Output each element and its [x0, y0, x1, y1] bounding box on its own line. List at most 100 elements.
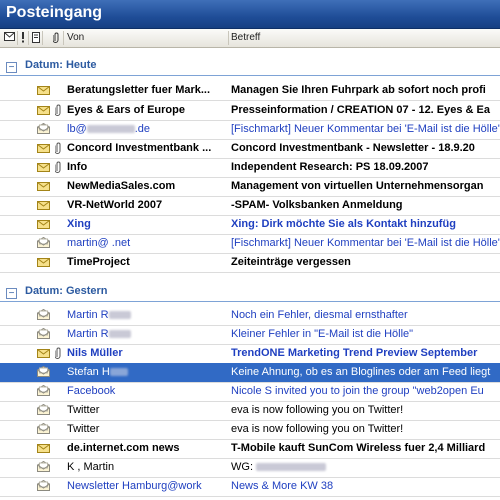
message-row[interactable]: Twitter eva is now following you on Twit… — [0, 420, 500, 440]
closed-envelope-icon — [37, 106, 50, 115]
group-header-yesterday[interactable]: − Datum: Gestern — [0, 274, 500, 302]
message-row[interactable]: VR-NetWorld 2007 -SPAM- Volksbanken Anme… — [0, 196, 500, 216]
message-subject: eva is now following you on Twitter! — [231, 404, 404, 416]
message-row[interactable]: NewMediaSales.com Management von virtuel… — [0, 177, 500, 197]
open-envelope-icon — [37, 403, 50, 415]
open-envelope-icon — [37, 308, 50, 320]
message-from: TimeProject — [67, 256, 130, 268]
envelope-icon — [4, 32, 15, 41]
message-subject: Zeiteinträge vergessen — [231, 256, 351, 268]
message-from: Twitter — [67, 423, 100, 435]
message-from: de.internet.com news — [67, 442, 180, 454]
document-icon — [32, 32, 40, 43]
column-from-header[interactable]: Von — [67, 32, 84, 43]
message-row[interactable]: lb@ .de [Fischmarkt] Neuer Kommentar bei … — [0, 120, 500, 140]
closed-envelope-icon — [37, 201, 50, 210]
window-title: Posteingang — [6, 4, 103, 21]
open-envelope-icon — [37, 236, 50, 248]
message-row[interactable]: martin@ .net [Fischmarkt] Neuer Kommenta… — [0, 234, 500, 254]
message-from: Facebook — [67, 385, 116, 397]
message-subject: Independent Research: PS 18.09.2007 — [231, 161, 429, 173]
message-from: lb@ .de — [67, 123, 151, 135]
open-envelope-icon — [37, 422, 50, 434]
message-from: Xing — [67, 218, 91, 230]
closed-envelope-icon — [37, 182, 50, 191]
paperclip-icon — [54, 347, 62, 359]
closed-envelope-icon — [37, 349, 50, 358]
message-row[interactable]: Martin R Noch ein Fehler, diesmal ernsth… — [0, 306, 500, 326]
column-priority-header[interactable] — [20, 32, 26, 46]
closed-envelope-icon — [37, 163, 50, 172]
message-row[interactable]: K , Martin WG: — [0, 458, 500, 478]
message-from: Eyes & Ears of Europe — [67, 104, 185, 116]
message-from: Info — [67, 161, 88, 173]
group-label: Datum: Heute — [25, 59, 97, 71]
open-envelope-icon — [37, 384, 50, 396]
open-envelope-icon — [37, 365, 50, 377]
exclamation-icon — [22, 32, 24, 43]
column-subject-header[interactable]: Betreff — [231, 32, 260, 43]
message-subject: Concord Investmentbank - Newsletter - 18… — [231, 142, 475, 154]
message-row[interactable]: Info Independent Research: PS 18.09.2007 — [0, 158, 500, 178]
message-subject: News & More KW 38 — [231, 480, 334, 492]
message-subject: [Fischmarkt] Neuer Kommentar bei 'E-Mail… — [231, 123, 500, 135]
message-from: Beratungsletter fuer Mark... — [67, 84, 211, 96]
message-subject: -SPAM- Volksbanken Anmeldung — [231, 199, 403, 211]
message-from: Nils Müller — [67, 347, 123, 359]
group-header-today[interactable]: − Datum: Heute — [0, 48, 500, 76]
message-subject: Management von virtuellen Unternehmensor… — [231, 180, 484, 192]
message-from: Stefan H — [67, 366, 225, 378]
message-subject: Noch ein Fehler, diesmal ernsthafter — [231, 309, 408, 321]
message-subject: Xing: Dirk möchte Sie als Kontakt hinzuf… — [231, 218, 456, 230]
message-row[interactable]: Facebook Nicole S invited you to join th… — [0, 382, 500, 402]
message-row[interactable]: Nils Müller TrendONE Marketing Trend Pre… — [0, 344, 500, 364]
message-subject: Nicole S invited you to join the group "… — [231, 385, 484, 397]
collapse-icon[interactable]: − — [6, 288, 17, 299]
message-row[interactable]: Eyes & Ears of Europe Presseinformation … — [0, 101, 500, 121]
message-subject: TrendONE Marketing Trend Preview Septemb… — [231, 347, 478, 359]
column-attachment-header[interactable] — [52, 32, 60, 46]
open-envelope-icon — [37, 460, 50, 472]
column-flag-header[interactable] — [32, 32, 40, 46]
message-row[interactable]: Martin R Kleiner Fehler in "E-Mail ist d… — [0, 325, 500, 345]
message-subject: Presseinformation / CREATION 07 - 12. Ey… — [231, 104, 490, 116]
paperclip-icon — [52, 32, 59, 43]
message-from: K , Martin — [67, 461, 115, 473]
window-title-bar: Posteingang — [0, 0, 500, 29]
message-from: VR-NetWorld 2007 — [67, 199, 163, 211]
message-subject: WG: — [231, 461, 500, 473]
column-header-bar: Von Betreff — [0, 29, 500, 48]
message-subject: eva is now following you on Twitter! — [231, 423, 404, 435]
message-subject: [Fischmarkt] Neuer Kommentar bei 'E-Mail… — [231, 237, 500, 249]
message-row[interactable]: Twitter eva is now following you on Twit… — [0, 401, 500, 421]
paperclip-icon — [54, 161, 62, 173]
closed-envelope-icon — [37, 444, 50, 453]
closed-envelope-icon — [37, 86, 50, 95]
message-from: Martin R — [67, 328, 225, 340]
message-subject: Keine Ahnung, ob es an Bloglines oder am… — [231, 366, 491, 378]
closed-envelope-icon — [37, 220, 50, 229]
message-row[interactable]: Xing Xing: Dirk möchte Sie als Kontakt h… — [0, 215, 500, 235]
open-envelope-icon — [37, 122, 50, 134]
column-icon-header[interactable] — [4, 32, 15, 45]
closed-envelope-icon — [37, 258, 50, 267]
paperclip-icon — [54, 142, 62, 154]
message-from: NewMediaSales.com — [67, 180, 176, 192]
message-row-selected[interactable]: Stefan H Keine Ahnung, ob es an Blogline… — [0, 363, 500, 383]
message-from: martin@ .net — [67, 237, 131, 249]
message-subject: T-Mobile kauft SunCom Wireless fuer 2,4 … — [231, 442, 486, 454]
message-row[interactable]: Concord Investmentbank ... Concord Inves… — [0, 139, 500, 159]
paperclip-icon — [54, 104, 62, 116]
message-from: Newsletter Hamburg@work — [67, 480, 202, 492]
message-row[interactable]: Newsletter Hamburg@work News & More KW 3… — [0, 477, 500, 497]
message-from: Concord Investmentbank ... — [67, 142, 212, 154]
message-row[interactable]: de.internet.com news T-Mobile kauft SunC… — [0, 439, 500, 459]
message-subject: Kleiner Fehler in "E-Mail ist die Hölle" — [231, 328, 414, 340]
message-from: Martin R — [67, 309, 225, 321]
open-envelope-icon — [37, 327, 50, 339]
message-row[interactable]: TimeProject Zeiteinträge vergessen — [0, 253, 500, 273]
open-envelope-icon — [37, 479, 50, 491]
message-row[interactable]: Beratungsletter fuer Mark... Managen Sie… — [0, 81, 500, 101]
message-subject: Managen Sie Ihren Fuhrpark ab sofort noc… — [231, 84, 486, 96]
collapse-icon[interactable]: − — [6, 62, 17, 73]
